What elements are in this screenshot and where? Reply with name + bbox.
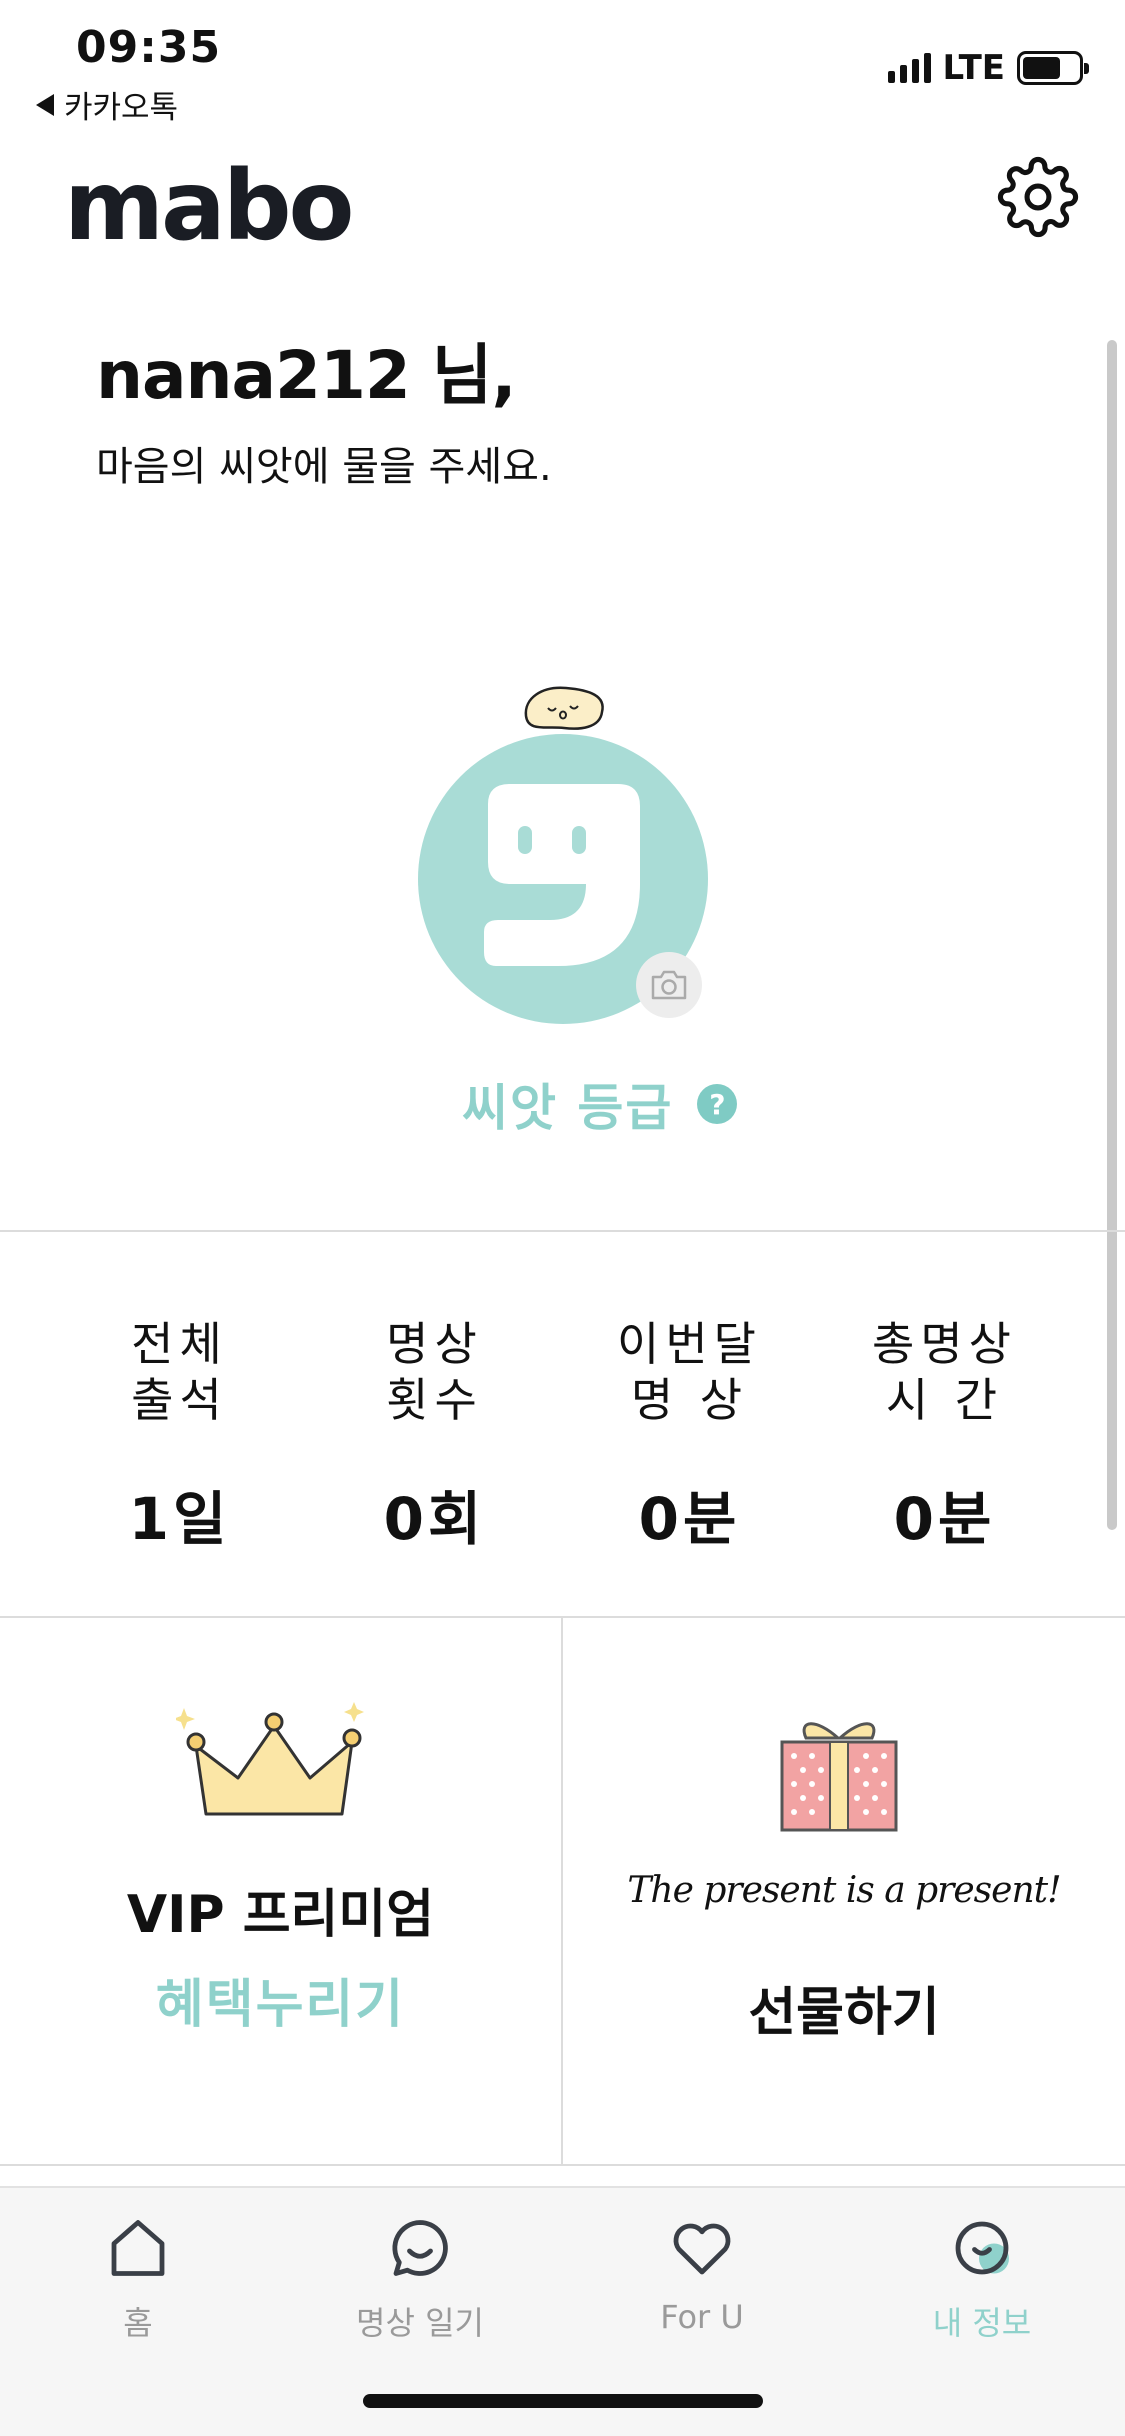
battery-icon xyxy=(1017,51,1089,85)
home-icon xyxy=(111,2220,165,2276)
tab-myinfo-label: 내 정보 xyxy=(932,2304,1032,2342)
back-app-label: 카카오톡 xyxy=(64,90,179,126)
stats-row: 전체 출석 1일 명상 횟수 0회 이번달 명 상 0분 총명상 시 간 0분 xyxy=(0,1316,1125,1556)
chat-smile-icon xyxy=(392,2220,448,2276)
tab-home[interactable]: 홈 xyxy=(48,2212,228,2344)
status-indicators: LTE xyxy=(887,48,1089,88)
signal-icon xyxy=(887,53,931,83)
back-triangle-icon xyxy=(36,93,54,116)
crown-icon xyxy=(176,1702,364,1816)
stat-label-line1: 이번달 xyxy=(617,1317,762,1371)
stat-label-line2: 명 상 xyxy=(630,1373,749,1427)
stat-value: 0회 xyxy=(383,1485,486,1553)
tab-my-info[interactable]: 내 정보 xyxy=(892,2212,1072,2344)
tab-meditation-diary[interactable]: 명상 일기 xyxy=(330,2212,510,2344)
tab-home-label: 홈 xyxy=(123,2304,153,2342)
present-slogan: The present is a present! xyxy=(627,1870,1061,1911)
stat-total-meditation-time: 총명상 시 간 0분 xyxy=(817,1316,1072,1556)
stat-label-line2: 출석 xyxy=(131,1373,228,1427)
stat-label-line1: 전체 xyxy=(131,1317,228,1371)
seed-grade[interactable]: 씨앗 등급 ? xyxy=(462,1068,738,1140)
change-photo-button[interactable] xyxy=(636,952,702,1018)
greeting-subtitle: 마음의 씨앗에 물을 주세요. xyxy=(96,444,552,490)
stat-label-line2: 시 간 xyxy=(885,1373,1004,1427)
gift-icon xyxy=(780,1722,898,1832)
seed-character-icon xyxy=(524,686,604,730)
tab-foru-label: For U xyxy=(660,2298,744,2336)
network-label: LTE xyxy=(942,48,1005,88)
vip-benefits-link[interactable]: 혜택누리기 xyxy=(0,1962,561,2037)
stat-meditation-count: 명상 횟수 0회 xyxy=(307,1316,562,1556)
stat-label-line1: 명상 xyxy=(386,1317,483,1371)
camera-icon xyxy=(651,970,687,1000)
seed-grade-label: 씨앗 등급 xyxy=(462,1079,674,1137)
stat-value: 0분 xyxy=(893,1485,996,1553)
heart-icon xyxy=(673,2223,731,2275)
stat-monthly-meditation: 이번달 명 상 0분 xyxy=(562,1316,817,1556)
stat-total-attendance: 전체 출석 1일 xyxy=(52,1316,307,1556)
vip-premium-title: VIP 프리미엄 xyxy=(126,1885,435,1945)
stat-value: 0분 xyxy=(638,1485,741,1553)
back-to-app-link[interactable]: 카카오톡 xyxy=(36,82,178,127)
stat-label-line2: 횟수 xyxy=(386,1373,483,1427)
app-logo: mabo xyxy=(64,150,354,262)
tab-for-u[interactable]: For U xyxy=(612,2212,792,2336)
section-divider xyxy=(0,2164,1125,2166)
status-time: 09:35 xyxy=(76,22,222,73)
profile-face-icon xyxy=(955,2221,1009,2275)
gift-title: 선물하기 xyxy=(748,1983,940,2043)
stat-value: 1일 xyxy=(128,1485,231,1553)
stat-label-line1: 총명상 xyxy=(872,1317,1017,1371)
bottom-tab-bar: 홈 명상 일기 For U 내 정보 xyxy=(0,2186,1125,2436)
home-indicator[interactable] xyxy=(363,2394,763,2408)
help-icon[interactable]: ? xyxy=(697,1084,738,1124)
gear-icon[interactable] xyxy=(997,156,1079,238)
greeting-title: nana212 님, xyxy=(96,337,517,414)
tab-diary-label: 명상 일기 xyxy=(356,2304,484,2342)
section-divider xyxy=(0,1230,1125,1232)
